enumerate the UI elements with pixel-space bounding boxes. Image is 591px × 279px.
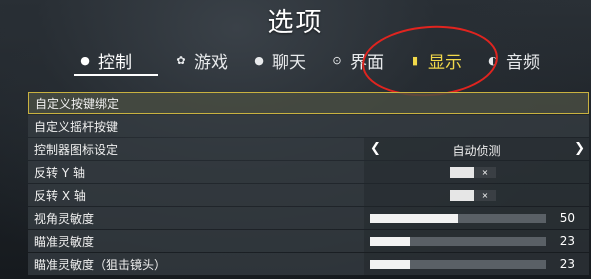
setting-row-look-sensitivity: 视角灵敏度 50: [28, 207, 589, 229]
slider-container: 23: [364, 230, 589, 252]
setting-row-controller-icons: 控制器图标设定 ❮ 自动侦测 ❯: [28, 138, 589, 160]
slider-value: 50: [559, 211, 575, 225]
chat-icon: ●: [254, 53, 264, 67]
aim-sensitivity-slider[interactable]: [370, 237, 546, 246]
invert-x-toggle[interactable]: ×: [450, 190, 496, 201]
slider-fill: [370, 214, 458, 223]
chevron-right-icon[interactable]: ❯: [574, 141, 585, 156]
page-title: 选项: [267, 8, 324, 38]
setting-label: 反转 X 轴: [34, 188, 86, 203]
setting-label: 自定义摇杆按键: [34, 119, 119, 134]
setting-row-custom-stick[interactable]: 自定义摇杆按键: [28, 115, 589, 137]
setting-row-invert-y: 反转 Y 轴 ×: [28, 161, 589, 183]
slider-value: 23: [559, 234, 575, 248]
setting-row-custom-keybinds[interactable]: 自定义按键绑定: [28, 92, 589, 114]
invert-y-toggle[interactable]: ×: [450, 167, 496, 178]
setting-row-scope-sensitivity: 瞄准灵敏度（狙击镜头） 23: [28, 253, 589, 275]
slider-value: 23: [559, 257, 575, 271]
setting-label: 瞄准灵敏度（狙击镜头）: [34, 257, 167, 272]
tab-controls-label: 控制: [98, 52, 132, 73]
setting-label: 自定义按键绑定: [35, 96, 120, 111]
tab-game-label: 游戏: [194, 52, 228, 73]
controller-icon: ●: [80, 53, 90, 67]
toggle-container: ×: [364, 161, 589, 183]
tab-game[interactable]: ✿ 游戏: [168, 46, 238, 74]
scope-sensitivity-slider[interactable]: [370, 260, 546, 269]
slider-container: 50: [364, 207, 589, 229]
slider-container: 23: [364, 253, 589, 275]
toggle-off-segment: ×: [474, 190, 496, 201]
look-sensitivity-slider[interactable]: [370, 214, 546, 223]
interface-icon: ⊙: [332, 53, 342, 67]
setting-label: 控制器图标设定: [34, 142, 119, 157]
settings-list: 自定义按键绑定 自定义摇杆按键 控制器图标设定 ❮ 自动侦测 ❯ 反转 Y 轴 …: [28, 92, 589, 276]
selector-value: 自动侦测: [452, 144, 501, 158]
setting-label: 视角灵敏度: [34, 211, 95, 226]
slider-fill: [370, 237, 411, 246]
tab-controls[interactable]: ● 控制: [72, 46, 160, 76]
tab-audio-label: 音频: [506, 52, 540, 73]
setting-label: 瞄准灵敏度: [34, 234, 95, 249]
slider-fill: [370, 260, 411, 269]
gear-icon: ✿: [176, 53, 186, 67]
toggle-on-segment: [450, 167, 474, 178]
setting-label: 反转 Y 轴: [34, 165, 85, 180]
setting-row-aim-sensitivity: 瞄准灵敏度 23: [28, 230, 589, 252]
toggle-off-segment: ×: [474, 167, 496, 178]
controller-icon-selector[interactable]: ❮ 自动侦测 ❯: [364, 138, 589, 160]
toggle-on-segment: [450, 190, 474, 201]
tab-chat[interactable]: ● 聊天: [246, 46, 316, 74]
toggle-container: ×: [364, 184, 589, 206]
tab-chat-label: 聊天: [272, 52, 306, 73]
setting-row-invert-x: 反转 X 轴 ×: [28, 184, 589, 206]
